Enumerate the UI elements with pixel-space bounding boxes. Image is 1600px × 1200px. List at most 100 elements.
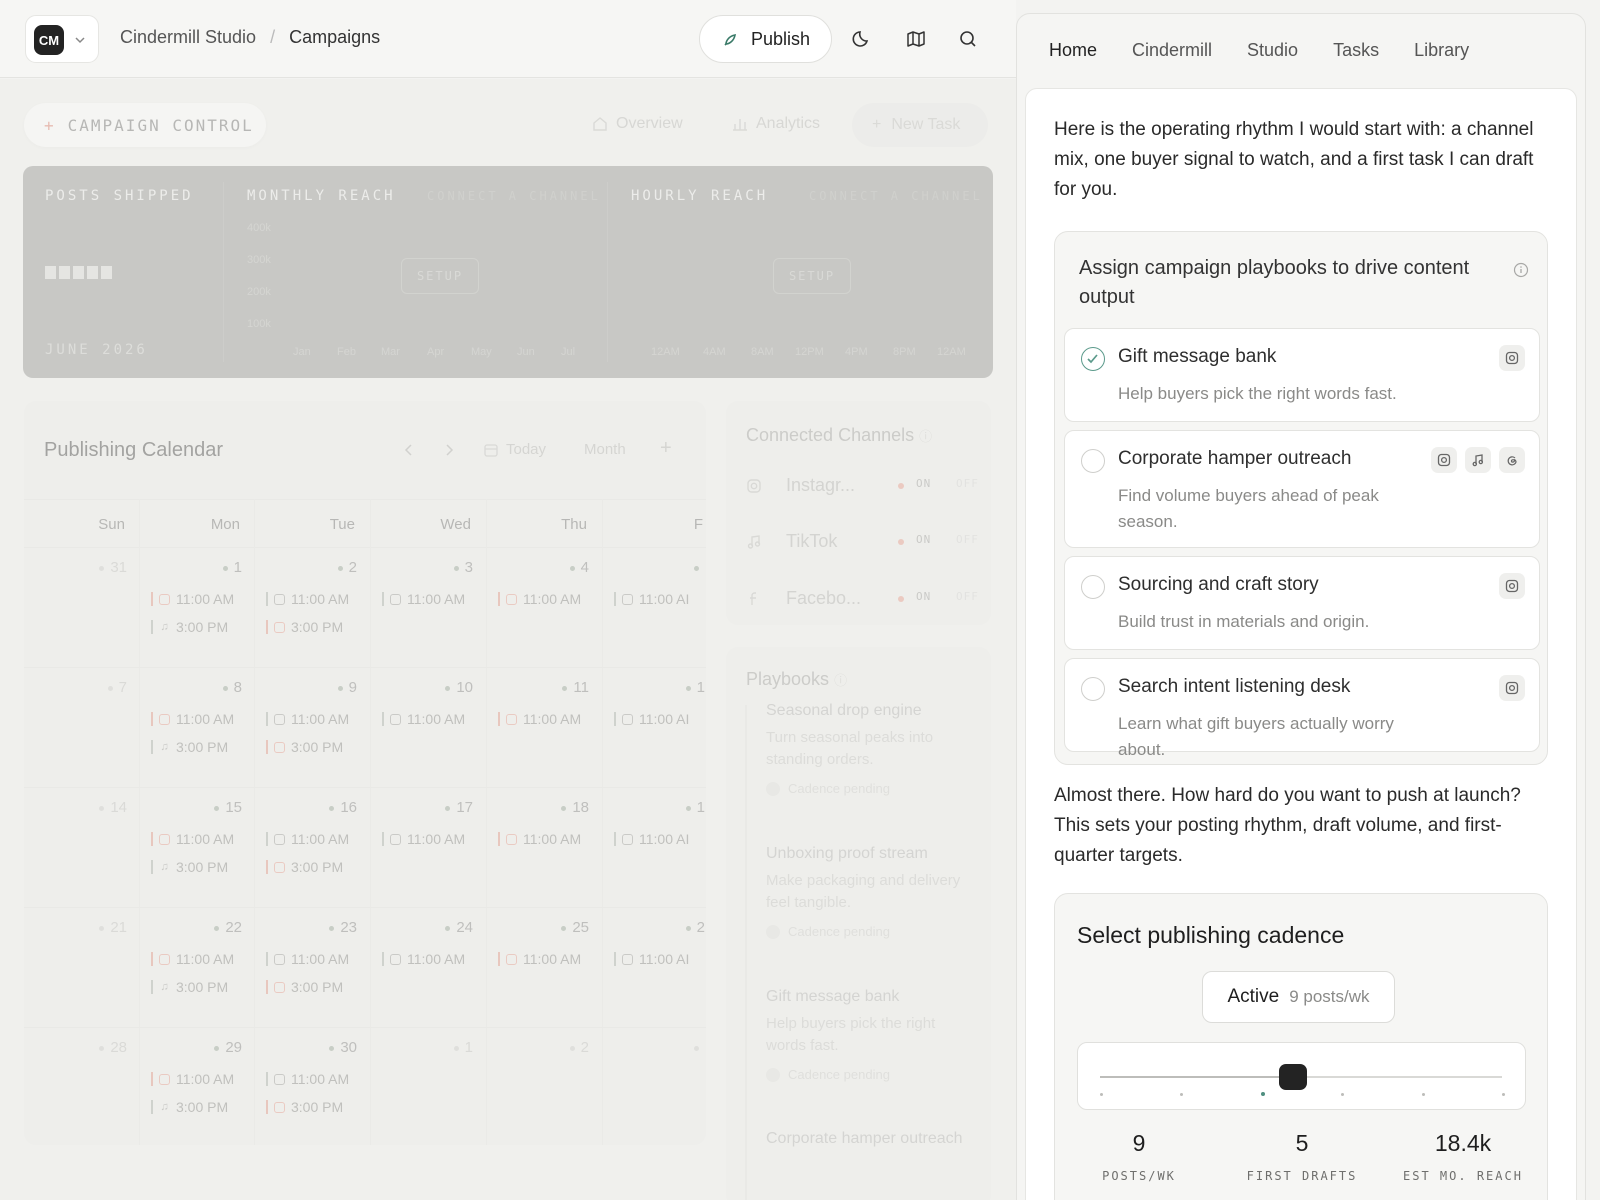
day-number[interactable]: 28 <box>27 1039 127 1056</box>
day-number[interactable]: 18 <box>489 799 589 816</box>
playbook-item[interactable]: Corporate hamper outreach <box>766 1127 966 1151</box>
toggle-on[interactable]: ON <box>916 590 931 603</box>
toggle-off[interactable]: OFF <box>956 590 979 603</box>
calendar-event[interactable]: 3:00 PM <box>266 619 343 635</box>
toggle-off[interactable]: OFF <box>956 533 979 546</box>
day-number[interactable]: 2 <box>257 559 357 576</box>
add-event-icon[interactable]: + <box>660 437 672 460</box>
day-number[interactable]: 1 <box>605 799 705 816</box>
checkbox-unchecked[interactable] <box>1081 449 1105 473</box>
tab-studio[interactable]: Studio <box>1247 40 1298 61</box>
breadcrumb-org[interactable]: Cindermill Studio <box>120 27 256 48</box>
moon-icon[interactable] <box>852 29 872 49</box>
calendar-event[interactable]: 11:00 AM <box>151 711 234 727</box>
day-number[interactable]: 21 <box>27 919 127 936</box>
calendar-event[interactable]: 11:00 AM <box>382 951 465 967</box>
calendar-event[interactable]: ♫ 3:00 PM <box>151 859 228 875</box>
day-number[interactable]: 11 <box>489 679 589 696</box>
day-number[interactable]: 1 <box>142 559 242 576</box>
day-number[interactable]: 2 <box>489 1039 589 1056</box>
workspace-switcher[interactable]: CM <box>25 15 99 63</box>
calendar-event[interactable]: 3:00 PM <box>266 859 343 875</box>
day-number[interactable]: 15 <box>142 799 242 816</box>
map-icon[interactable] <box>906 29 926 49</box>
day-number[interactable]: 8 <box>142 679 242 696</box>
calendar-event[interactable]: 3:00 PM <box>266 979 343 995</box>
calendar-event[interactable]: 11:00 AM <box>382 831 465 847</box>
monthly-setup-button[interactable]: SETUP <box>401 258 479 294</box>
day-number[interactable]: 7 <box>27 679 127 696</box>
calendar-event[interactable]: 11:00 AM <box>498 831 581 847</box>
day-number[interactable]: 3 <box>373 559 473 576</box>
search-icon[interactable] <box>958 29 978 49</box>
hourly-setup-button[interactable]: SETUP <box>773 258 851 294</box>
day-number[interactable]: 2 <box>605 919 705 936</box>
calendar-event[interactable]: 11:00 AM <box>151 831 234 847</box>
calendar-event[interactable]: 11:00 AM <box>266 831 349 847</box>
calendar-event[interactable]: 11:00 AM <box>498 951 581 967</box>
tab-cindermill[interactable]: Cindermill <box>1132 40 1212 61</box>
calendar-event[interactable]: 11:00 AM <box>266 951 349 967</box>
task-search-intent-listening-desk[interactable]: Search intent listening desk Learn what … <box>1064 658 1540 759</box>
checkbox-unchecked[interactable] <box>1081 575 1105 599</box>
calendar-event[interactable]: 11:00 AI <box>614 711 689 727</box>
day-number[interactable]: 1 <box>605 679 705 696</box>
day-number[interactable]: 1 <box>373 1039 473 1056</box>
cadence-slider[interactable] <box>1077 1042 1526 1110</box>
publish-button[interactable]: Publish <box>699 15 832 63</box>
calendar-event[interactable]: 3:00 PM <box>266 739 343 755</box>
day-number[interactable]: 16 <box>257 799 357 816</box>
calendar-event[interactable]: 11:00 AM <box>498 711 581 727</box>
calendar-event[interactable]: 11:00 AM <box>498 591 581 607</box>
day-number[interactable]: 10 <box>373 679 473 696</box>
month-view-button[interactable]: Month <box>584 441 626 458</box>
chevron-right-icon[interactable] <box>442 443 456 457</box>
tab-home[interactable]: Home <box>1049 40 1097 61</box>
info-icon[interactable] <box>1513 262 1529 278</box>
nav-overview[interactable]: Overview <box>592 115 683 133</box>
chevron-left-icon[interactable] <box>402 443 416 457</box>
calendar-event[interactable]: 11:00 AM <box>151 951 234 967</box>
calendar-event[interactable]: 11:00 AI <box>614 951 689 967</box>
calendar-event[interactable]: 11:00 AI <box>614 591 689 607</box>
day-number[interactable] <box>605 1039 705 1056</box>
campaign-control-pill[interactable]: + CAMPAIGN CONTROL <box>24 103 266 147</box>
day-number[interactable]: 29 <box>142 1039 242 1056</box>
toggle-off[interactable]: OFF <box>956 477 979 490</box>
task-corporate-hamper-outreach[interactable]: Corporate hamper outreach Find volume bu… <box>1064 430 1540 548</box>
calendar-event[interactable]: 3:00 PM <box>266 1099 343 1115</box>
day-number[interactable]: 17 <box>373 799 473 816</box>
new-task-button[interactable]: + New Task <box>852 103 988 147</box>
calendar-event[interactable]: 11:00 AM <box>266 1071 349 1087</box>
task-sourcing-and-craft-story[interactable]: Sourcing and craft story Build trust in … <box>1064 556 1540 650</box>
day-number[interactable]: 25 <box>489 919 589 936</box>
checkbox-unchecked[interactable] <box>1081 677 1105 701</box>
calendar-event[interactable]: 11:00 AM <box>151 591 234 607</box>
tab-tasks[interactable]: Tasks <box>1333 40 1379 61</box>
calendar-event[interactable]: ♫ 3:00 PM <box>151 1099 228 1115</box>
toggle-on[interactable]: ON <box>916 533 931 546</box>
calendar-event[interactable]: ♫ 3:00 PM <box>151 979 228 995</box>
checkbox-checked[interactable] <box>1081 347 1105 371</box>
task-gift-message-bank[interactable]: Gift message bank Help buyers pick the r… <box>1064 328 1540 422</box>
calendar-event[interactable]: 11:00 AM <box>151 1071 234 1087</box>
day-number[interactable]: 31 <box>27 559 127 576</box>
tab-library[interactable]: Library <box>1414 40 1469 61</box>
calendar-event[interactable]: 11:00 AM <box>382 711 465 727</box>
playbook-item[interactable]: Gift message bank Help buyers pick the r… <box>766 985 966 1082</box>
calendar-event[interactable]: 11:00 AM <box>266 711 349 727</box>
playbook-item[interactable]: Unboxing proof stream Make packaging and… <box>766 842 966 939</box>
toggle-on[interactable]: ON <box>916 477 931 490</box>
day-number[interactable]: 22 <box>142 919 242 936</box>
nav-analytics[interactable]: Analytics <box>732 115 820 133</box>
day-number[interactable]: 23 <box>257 919 357 936</box>
calendar-event[interactable]: 11:00 AI <box>614 831 689 847</box>
calendar-event[interactable]: 11:00 AM <box>382 591 465 607</box>
day-number[interactable]: 30 <box>257 1039 357 1056</box>
today-button[interactable]: Today <box>484 441 546 458</box>
playbook-item[interactable]: Seasonal drop engine Turn seasonal peaks… <box>766 699 966 796</box>
slider-handle[interactable] <box>1279 1064 1307 1090</box>
day-number[interactable]: 9 <box>257 679 357 696</box>
day-number[interactable]: 14 <box>27 799 127 816</box>
day-number[interactable] <box>605 559 705 576</box>
